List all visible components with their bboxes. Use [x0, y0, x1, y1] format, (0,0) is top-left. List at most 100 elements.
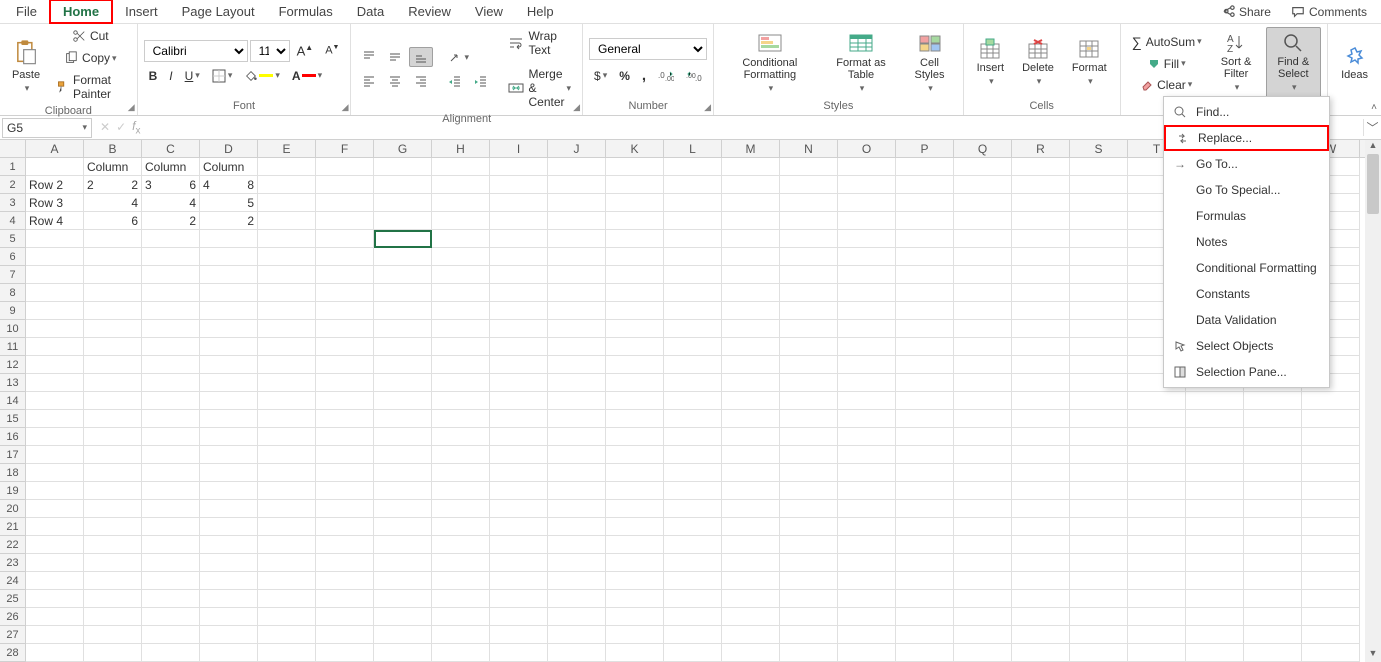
cell[interactable]: 6	[84, 212, 142, 230]
cell[interactable]	[374, 536, 432, 554]
row-header[interactable]: 5	[0, 230, 26, 248]
row-header[interactable]: 20	[0, 500, 26, 518]
cell[interactable]	[490, 320, 548, 338]
cell[interactable]	[432, 194, 490, 212]
cell[interactable]	[722, 536, 780, 554]
cell[interactable]	[1070, 590, 1128, 608]
cell[interactable]	[548, 338, 606, 356]
cell[interactable]	[200, 284, 258, 302]
cell[interactable]	[780, 284, 838, 302]
menu-formulas[interactable]: Formulas	[1164, 203, 1329, 229]
cell[interactable]	[258, 446, 316, 464]
find-select-button[interactable]: Find & Select▾	[1266, 27, 1322, 98]
cell[interactable]	[490, 446, 548, 464]
cell[interactable]	[258, 518, 316, 536]
format-cells-button[interactable]: Format▾	[1065, 33, 1114, 92]
cell[interactable]	[1128, 410, 1186, 428]
cell[interactable]	[1302, 626, 1360, 644]
cell[interactable]	[1128, 428, 1186, 446]
cell[interactable]	[258, 572, 316, 590]
cell[interactable]	[780, 320, 838, 338]
cell[interactable]	[142, 374, 200, 392]
cell[interactable]	[432, 158, 490, 176]
cell[interactable]	[896, 590, 954, 608]
cell[interactable]	[1244, 608, 1302, 626]
cell[interactable]	[1012, 536, 1070, 554]
row-header[interactable]: 19	[0, 482, 26, 500]
column-header[interactable]: J	[548, 140, 606, 157]
menu-select-objects[interactable]: Select Objects	[1164, 333, 1329, 359]
cell[interactable]	[84, 338, 142, 356]
cell[interactable]	[1302, 446, 1360, 464]
cell[interactable]	[490, 248, 548, 266]
cell[interactable]	[374, 410, 432, 428]
row-header[interactable]: 27	[0, 626, 26, 644]
cell[interactable]	[142, 554, 200, 572]
cell[interactable]	[26, 320, 84, 338]
cell[interactable]	[838, 302, 896, 320]
cell[interactable]	[490, 518, 548, 536]
tab-data[interactable]: Data	[345, 1, 396, 22]
cell[interactable]	[606, 392, 664, 410]
cell[interactable]	[1012, 176, 1070, 194]
cell[interactable]	[896, 482, 954, 500]
cell[interactable]	[316, 212, 374, 230]
cell[interactable]	[1012, 626, 1070, 644]
cell[interactable]	[200, 482, 258, 500]
cell[interactable]	[1128, 536, 1186, 554]
row-header[interactable]: 15	[0, 410, 26, 428]
cell[interactable]	[896, 554, 954, 572]
cell[interactable]	[374, 500, 432, 518]
cell[interactable]	[84, 572, 142, 590]
cell[interactable]	[664, 392, 722, 410]
cell[interactable]	[606, 626, 664, 644]
cell[interactable]	[200, 518, 258, 536]
cell[interactable]	[780, 554, 838, 572]
row-header[interactable]: 2	[0, 176, 26, 194]
cell[interactable]	[722, 320, 780, 338]
cell[interactable]	[142, 248, 200, 266]
cell[interactable]	[258, 302, 316, 320]
cell[interactable]	[142, 464, 200, 482]
cell[interactable]	[432, 572, 490, 590]
cell[interactable]	[954, 248, 1012, 266]
cell[interactable]	[548, 500, 606, 518]
cell[interactable]	[316, 608, 374, 626]
cell[interactable]	[490, 626, 548, 644]
cell[interactable]	[1070, 392, 1128, 410]
font-name-select[interactable]: Calibri	[144, 40, 248, 62]
cell[interactable]	[84, 374, 142, 392]
cell[interactable]	[200, 572, 258, 590]
row-header[interactable]: 22	[0, 536, 26, 554]
tab-view[interactable]: View	[463, 1, 515, 22]
cell[interactable]	[1012, 572, 1070, 590]
cell[interactable]	[200, 266, 258, 284]
cell[interactable]	[142, 572, 200, 590]
cell[interactable]	[838, 572, 896, 590]
cell[interactable]	[200, 338, 258, 356]
cell[interactable]	[954, 554, 1012, 572]
cell[interactable]	[664, 572, 722, 590]
cell[interactable]	[664, 518, 722, 536]
cell[interactable]	[374, 302, 432, 320]
cell[interactable]	[1070, 338, 1128, 356]
cell[interactable]	[606, 356, 664, 374]
tab-help[interactable]: Help	[515, 1, 566, 22]
cell[interactable]	[896, 518, 954, 536]
cell[interactable]	[1302, 536, 1360, 554]
cell[interactable]	[1012, 554, 1070, 572]
cell[interactable]	[896, 464, 954, 482]
column-header[interactable]: N	[780, 140, 838, 157]
cell[interactable]	[722, 464, 780, 482]
menu-data-validation[interactable]: Data Validation	[1164, 307, 1329, 333]
cell[interactable]	[374, 626, 432, 644]
scroll-up-button[interactable]: ▲	[1365, 140, 1381, 154]
cell[interactable]	[84, 428, 142, 446]
cell[interactable]	[490, 356, 548, 374]
cell[interactable]	[664, 284, 722, 302]
ideas-button[interactable]: Ideas	[1334, 40, 1375, 86]
cell[interactable]	[142, 590, 200, 608]
cell[interactable]	[954, 590, 1012, 608]
cell[interactable]	[26, 302, 84, 320]
cell[interactable]	[838, 482, 896, 500]
